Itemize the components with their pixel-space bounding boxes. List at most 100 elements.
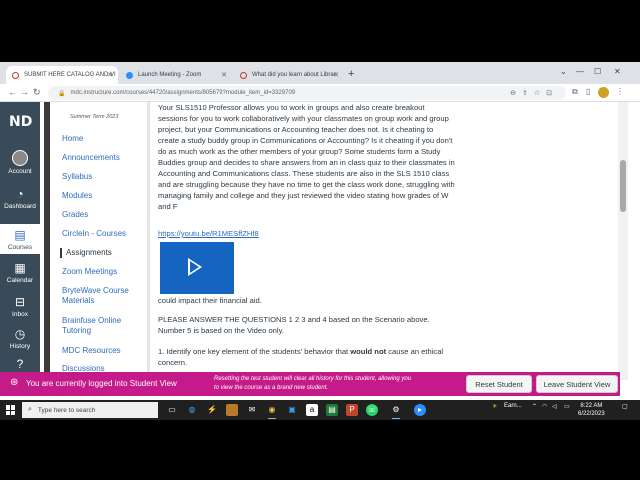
reset-student-button[interactable]: Reset Student [466, 375, 532, 393]
windows-start-icon[interactable] [6, 405, 16, 415]
canvas-favicon-icon [12, 71, 19, 79]
history-icon: ◷ [14, 327, 26, 341]
course-nav-brytewave[interactable]: BryteWave Course Materials [62, 286, 146, 306]
window-close-icon[interactable]: ✕ [614, 67, 621, 76]
forward-icon[interactable]: → [20, 87, 29, 97]
battery-icon[interactable]: ▭ [564, 403, 570, 410]
letterbox-bottom [0, 420, 640, 480]
file-explorer-icon[interactable] [226, 404, 238, 416]
course-nav-modules[interactable]: Modules [62, 191, 146, 201]
video-embed[interactable] [160, 242, 234, 294]
nav-account[interactable]: Account [0, 148, 40, 180]
course-nav-zoom[interactable]: Zoom Meetings [62, 267, 146, 277]
taskbar-clock[interactable]: 8:22 AM 6/22/2023 [578, 402, 605, 418]
whatsapp-icon[interactable]: ☏ [366, 404, 378, 416]
store-icon[interactable]: ▣ [286, 404, 298, 416]
edge-icon[interactable]: ◍ [186, 404, 198, 416]
course-nav-grades[interactable]: Grades [62, 210, 146, 220]
leave-student-view-button[interactable]: Leave Student View [536, 375, 618, 393]
close-icon[interactable]: ✕ [221, 71, 227, 79]
calendar-icon: ▦ [14, 261, 26, 275]
nav-label: Account [8, 168, 32, 175]
app-icon[interactable]: ⚡ [206, 404, 218, 416]
nav-label: Courses [7, 244, 33, 251]
tab-library[interactable]: What did you learn about Librar ✕ [234, 66, 344, 84]
profile-avatar[interactable] [598, 87, 609, 98]
nav-dashboard[interactable]: ◔ Dashboard [0, 184, 40, 222]
settings-app-icon[interactable]: ⚙ [390, 404, 402, 419]
student-view-bar: ⊛ You are currently logged into Student … [0, 372, 620, 396]
nav-courses[interactable]: ▤ Courses [0, 224, 40, 254]
chrome-icon[interactable]: ◉ [266, 404, 278, 419]
tab-title: Launch Meeting - Zoom [138, 72, 202, 78]
close-icon[interactable]: ✕ [333, 71, 339, 79]
course-nav-circlein[interactable]: CircleIn - Courses [62, 229, 146, 239]
tab-submit-here[interactable]: SUBMIT HERE CATALOG AND VI ✕ [6, 66, 118, 84]
zoom-icon[interactable]: ▸ [414, 404, 426, 416]
powerpoint-icon[interactable]: P [346, 404, 358, 416]
assignment-content: Your SLS1510 Professor allows you to wor… [158, 102, 620, 380]
video-caption: could impact their financial aid. [158, 296, 262, 305]
nav-label: Calendar [6, 277, 34, 284]
network-icon[interactable]: ◠ [542, 403, 547, 410]
browser-tab-strip: SUBMIT HERE CATALOG AND VI ✕ Launch Meet… [0, 62, 640, 84]
canvas-favicon-icon [240, 71, 247, 79]
course-nav-home[interactable]: Home [62, 134, 146, 144]
zoom-favicon-icon [126, 71, 133, 79]
notifications-icon[interactable]: ▢ [622, 403, 628, 410]
nav-calendar[interactable]: ▦ Calendar [0, 258, 40, 288]
sidepanel-icon[interactable]: ▯ [586, 87, 590, 96]
tray-chevron-icon[interactable]: ⌃ [532, 403, 537, 410]
course-nav-announcements[interactable]: Announcements [62, 153, 146, 163]
taskbar-search[interactable]: ⌕ Type here to search [22, 402, 158, 418]
weather-text[interactable]: Earn... [504, 403, 522, 409]
back-icon[interactable]: ← [8, 87, 17, 97]
nav-label: Inbox [12, 311, 28, 318]
nav-label: History [9, 343, 31, 350]
canvas-logo[interactable]: ND [9, 114, 32, 130]
reload-icon[interactable]: ↻ [33, 87, 41, 98]
windows-taskbar: ⌕ Type here to search ▭ ◍ ⚡ ✉ ◉ ▣ a ▤ P … [0, 400, 640, 420]
maximize-icon[interactable]: ☐ [594, 67, 601, 76]
new-tab-icon[interactable]: + [348, 68, 354, 80]
address-bar[interactable]: 🔒 mdc.instructure.com/courses/44720/assi… [48, 86, 566, 100]
browser-toolbar: ← → ↻ 🔒 mdc.instructure.com/courses/4472… [0, 84, 640, 102]
search-placeholder: Type here to search [37, 406, 96, 414]
video-link[interactable]: https://youtu.be/R1MESffZHf8 [158, 228, 259, 239]
clock-time: 8:22 AM [580, 403, 603, 409]
term-label: Summer Term 2023 [70, 114, 119, 120]
volume-icon[interactable]: ◁ [552, 403, 557, 410]
course-nav-mdc-resources[interactable]: MDC Resources [62, 346, 146, 356]
course-nav-syllabus[interactable]: Syllabus [62, 172, 146, 182]
scenario-paragraph: Your SLS1510 Professor allows you to wor… [158, 103, 455, 211]
nav-history[interactable]: ◷ History [0, 324, 40, 354]
student-view-note: Resetting the test student will clear al… [214, 376, 412, 391]
scrollbar-thumb[interactable] [620, 160, 626, 212]
letterbox-top [0, 0, 640, 62]
course-nav-brainfuse[interactable]: Brainfuse Online Tutoring [62, 316, 146, 336]
amazon-icon[interactable]: a [306, 404, 318, 416]
weather-icon[interactable]: ☀ [492, 403, 497, 410]
lock-icon: 🔒 [58, 90, 66, 97]
menu-icon[interactable]: ⋮ [616, 87, 624, 96]
nav-inbox[interactable]: ⊟ Inbox [0, 292, 40, 322]
chevron-down-icon[interactable]: ⌄ [560, 67, 567, 76]
excel-icon[interactable]: ▤ [326, 404, 338, 416]
url-text: mdc.instructure.com/courses/44720/assign… [70, 90, 296, 96]
course-nav-assignments[interactable]: Assignments [60, 248, 144, 258]
extensions-icon[interactable]: ⧉ [572, 87, 578, 97]
mail-icon[interactable]: ✉ [246, 404, 258, 416]
page-scrollbar[interactable] [618, 102, 628, 380]
tab-title: What did you learn about Librar [252, 72, 336, 78]
play-icon [188, 258, 202, 276]
minimize-icon[interactable]: — [576, 67, 584, 76]
question-1: 1. Identify one key element of the stude… [158, 346, 456, 368]
task-view-icon[interactable]: ▭ [166, 404, 178, 416]
close-icon[interactable]: ✕ [107, 71, 113, 79]
course-nav-scrollbar[interactable] [147, 102, 150, 380]
student-view-icon: ⊛ [10, 377, 19, 388]
tab-zoom[interactable]: Launch Meeting - Zoom ✕ [120, 66, 232, 84]
help-icon: ? [16, 357, 24, 371]
omnibox-actions[interactable]: ⊖⇪☆⊡ [510, 89, 558, 97]
student-view-message: You are currently logged into Student Vi… [26, 379, 177, 388]
